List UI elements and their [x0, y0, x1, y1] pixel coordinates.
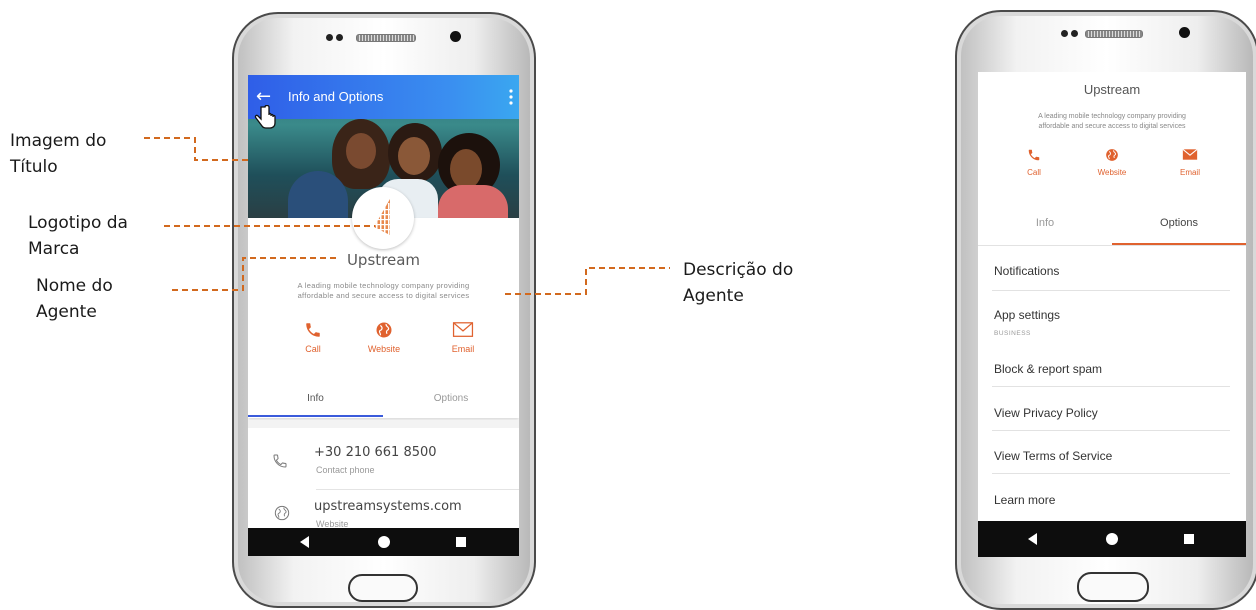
- tab-options[interactable]: Options: [383, 393, 519, 404]
- globe-icon: [274, 505, 290, 521]
- action-label: Website: [367, 344, 401, 354]
- privacy-policy-item[interactable]: View Privacy Policy: [994, 406, 1226, 420]
- brand-logo: [352, 187, 414, 249]
- divider: [992, 386, 1230, 387]
- photo-face: [398, 137, 430, 175]
- divider: [316, 489, 519, 490]
- notifications-item[interactable]: Notifications: [994, 264, 1226, 278]
- envelope-icon: [452, 322, 474, 337]
- tab-info[interactable]: Info: [248, 393, 383, 404]
- action-label: Email: [451, 344, 475, 354]
- info-row-caption: Contact phone: [316, 465, 375, 475]
- divider: [992, 290, 1230, 291]
- divider: [992, 473, 1230, 474]
- system-nav-bar: [978, 521, 1246, 557]
- front-camera: [1179, 27, 1190, 38]
- annotation-line: Agente: [683, 286, 744, 306]
- action-label: Call: [1027, 168, 1041, 177]
- description-line: affordable and secure access to digital …: [297, 291, 470, 300]
- nav-home-icon[interactable]: [378, 536, 390, 548]
- annotation-line: Agente: [36, 302, 97, 322]
- call-action[interactable]: Call: [1014, 148, 1054, 177]
- app-bar: ← Info and Options: [248, 75, 519, 119]
- annotation-line: Título: [10, 157, 58, 177]
- agent-name: Upstream: [346, 251, 421, 269]
- email-action[interactable]: Email: [438, 321, 488, 354]
- speaker-grille: [1085, 30, 1143, 38]
- envelope-icon: [1182, 148, 1198, 160]
- business-section-header: BUSINESS: [994, 330, 1031, 337]
- speaker-grille: [356, 34, 416, 42]
- annotation-title-image: Imagem do Título: [10, 128, 106, 180]
- tab-options[interactable]: Options: [1112, 217, 1246, 229]
- photo-face: [346, 133, 376, 169]
- annotation-brand-logo: Logotipo da Marca: [28, 210, 128, 262]
- phone-icon: [306, 323, 320, 337]
- website-action[interactable]: Website: [359, 321, 409, 354]
- tab-divider: [978, 245, 1246, 246]
- description-line: A leading mobile technology company prov…: [1038, 113, 1186, 120]
- description-line: affordable and secure access to digital …: [1038, 123, 1186, 130]
- annotation-line: Marca: [28, 239, 80, 259]
- home-button[interactable]: [1077, 572, 1149, 602]
- nav-home-icon[interactable]: [1106, 533, 1118, 545]
- info-row-value: +30 210 661 8500: [314, 445, 437, 460]
- nav-recent-icon[interactable]: [456, 537, 466, 547]
- globe-icon: [376, 322, 392, 338]
- hand-cursor-icon: [254, 104, 276, 136]
- upstream-logo-icon: [370, 199, 394, 237]
- photo-face: [450, 149, 482, 189]
- globe-icon: [1106, 149, 1118, 161]
- agent-name: Upstream: [1083, 82, 1141, 97]
- speaker-dot: [1071, 30, 1078, 37]
- right-screen: Upstream A leading mobile technology com…: [978, 72, 1246, 557]
- speaker-dot: [336, 34, 343, 41]
- annotation-agent-description: Descrição do Agente: [683, 257, 793, 309]
- annotation-line: Descrição do: [683, 260, 794, 280]
- app-settings-item[interactable]: App settings: [994, 308, 1226, 322]
- email-action[interactable]: Email: [1170, 148, 1210, 177]
- action-label: Email: [1179, 168, 1200, 177]
- more-vert-icon[interactable]: [509, 89, 513, 105]
- speaker-dot: [1061, 30, 1068, 37]
- agent-description: A leading mobile technology company prov…: [978, 112, 1246, 132]
- info-row-value: upstreamsystems.com: [314, 499, 462, 514]
- info-row-phone[interactable]: +30 210 661 8500 Contact phone: [248, 435, 519, 485]
- system-nav-bar: [248, 528, 519, 556]
- left-screen: ← Info and Options Upstream A leading mo…: [248, 75, 519, 556]
- phone-icon: [273, 454, 287, 468]
- annotation-agent-name: Nome do Agente: [36, 273, 113, 325]
- terms-of-service-item[interactable]: View Terms of Service: [994, 449, 1226, 463]
- nav-recent-icon[interactable]: [1184, 534, 1194, 544]
- nav-back-icon[interactable]: [300, 536, 309, 548]
- nav-back-icon[interactable]: [1028, 533, 1037, 545]
- speaker-dot: [326, 34, 333, 41]
- action-label: Call: [305, 344, 321, 354]
- divider: [992, 430, 1230, 431]
- block-spam-item[interactable]: Block & report spam: [994, 362, 1226, 376]
- phone-icon: [1028, 149, 1040, 161]
- annotation-line: Logotipo da: [28, 213, 128, 233]
- app-bar-title: Info and Options: [288, 89, 384, 104]
- description-line: A leading mobile technology company prov…: [297, 281, 470, 290]
- website-action[interactable]: Website: [1090, 148, 1134, 177]
- agent-description: A leading mobile technology company prov…: [248, 281, 519, 301]
- call-action[interactable]: Call: [288, 321, 338, 354]
- tab-indicator: [248, 415, 383, 417]
- action-label: Website: [1097, 168, 1127, 177]
- annotation-line: Imagem do: [10, 131, 107, 151]
- home-button[interactable]: [348, 574, 418, 602]
- front-camera: [450, 31, 461, 42]
- back-arrow-icon[interactable]: ←: [256, 87, 276, 107]
- tab-info[interactable]: Info: [978, 217, 1112, 229]
- learn-more-item[interactable]: Learn more: [994, 493, 1226, 507]
- annotation-line: Nome do: [36, 276, 113, 296]
- photo-shirt: [438, 185, 508, 219]
